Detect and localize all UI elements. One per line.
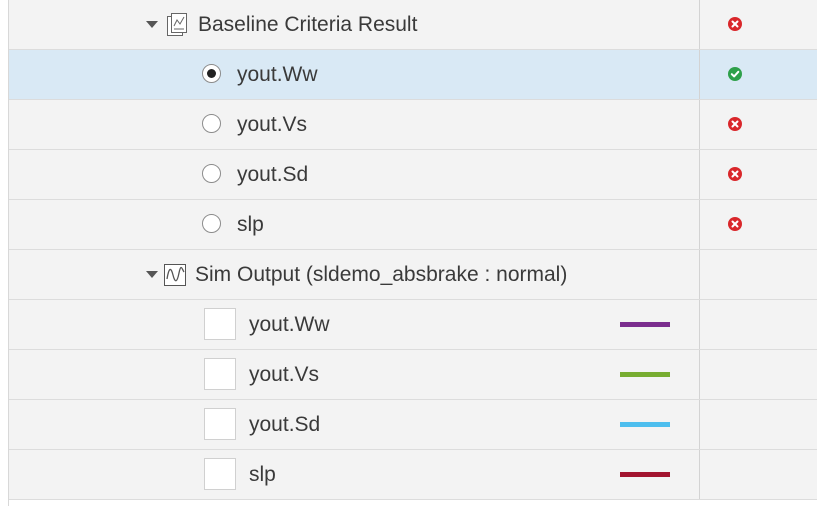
column-divider <box>699 250 700 299</box>
signal-label: yout.Sd <box>237 163 309 186</box>
fail-status-icon <box>728 167 742 181</box>
radio-selected-dot <box>207 69 216 78</box>
column-divider <box>699 150 700 199</box>
column-divider <box>699 350 700 399</box>
column-divider <box>699 50 700 99</box>
sim-item-row[interactable]: yout.Vs <box>9 350 817 400</box>
column-divider <box>699 0 700 49</box>
sim-item-row[interactable]: slp <box>9 450 817 500</box>
signal-label: yout.Ww <box>237 63 318 86</box>
caret-down-icon[interactable] <box>146 271 158 278</box>
line-color-swatch[interactable] <box>620 322 670 327</box>
column-divider <box>699 100 700 149</box>
fail-status-icon <box>728 17 742 31</box>
fail-status-icon <box>728 217 742 231</box>
checkbox[interactable] <box>204 308 236 340</box>
checkbox[interactable] <box>204 458 236 490</box>
signal-label: yout.Sd <box>249 413 321 436</box>
baseline-criteria-icon <box>167 13 187 36</box>
baseline-criteria-group-row[interactable]: Baseline Criteria Result <box>9 0 817 50</box>
caret-down-icon[interactable] <box>146 21 158 28</box>
signal-waveform-icon <box>164 264 186 286</box>
baseline-item-row[interactable]: yout.Vs <box>9 100 817 150</box>
signal-label: yout.Vs <box>237 113 308 136</box>
baseline-criteria-label: Baseline Criteria Result <box>198 13 418 36</box>
radio-button[interactable] <box>202 64 221 83</box>
signal-label: slp <box>237 213 264 236</box>
column-divider <box>699 400 700 449</box>
fail-status-icon <box>728 117 742 131</box>
sim-output-label: Sim Output (sldemo_absbrake : normal) <box>195 263 568 286</box>
column-divider <box>699 200 700 249</box>
column-divider <box>699 450 700 499</box>
sim-item-row[interactable]: yout.Sd <box>9 400 817 450</box>
baseline-item-row[interactable]: yout.Sd <box>9 150 817 200</box>
line-color-swatch[interactable] <box>620 372 670 377</box>
checkbox[interactable] <box>204 408 236 440</box>
signal-label: slp <box>249 463 276 486</box>
line-color-swatch[interactable] <box>620 422 670 427</box>
sim-output-group-row[interactable]: Sim Output (sldemo_absbrake : normal) <box>9 250 817 300</box>
line-color-swatch[interactable] <box>620 472 670 477</box>
radio-button[interactable] <box>202 114 221 133</box>
signal-label: yout.Vs <box>249 363 320 386</box>
radio-button[interactable] <box>202 164 221 183</box>
column-divider <box>699 300 700 349</box>
baseline-item-row[interactable]: slp <box>9 200 817 250</box>
signal-label: yout.Ww <box>249 313 330 336</box>
sim-item-row[interactable]: yout.Ww <box>9 300 817 350</box>
baseline-item-row[interactable]: yout.Ww <box>9 50 817 100</box>
checkbox[interactable] <box>204 358 236 390</box>
signal-tree: Baseline Criteria Result yout.Ww yout.Vs… <box>8 0 817 506</box>
radio-button[interactable] <box>202 214 221 233</box>
pass-status-icon <box>728 67 742 81</box>
